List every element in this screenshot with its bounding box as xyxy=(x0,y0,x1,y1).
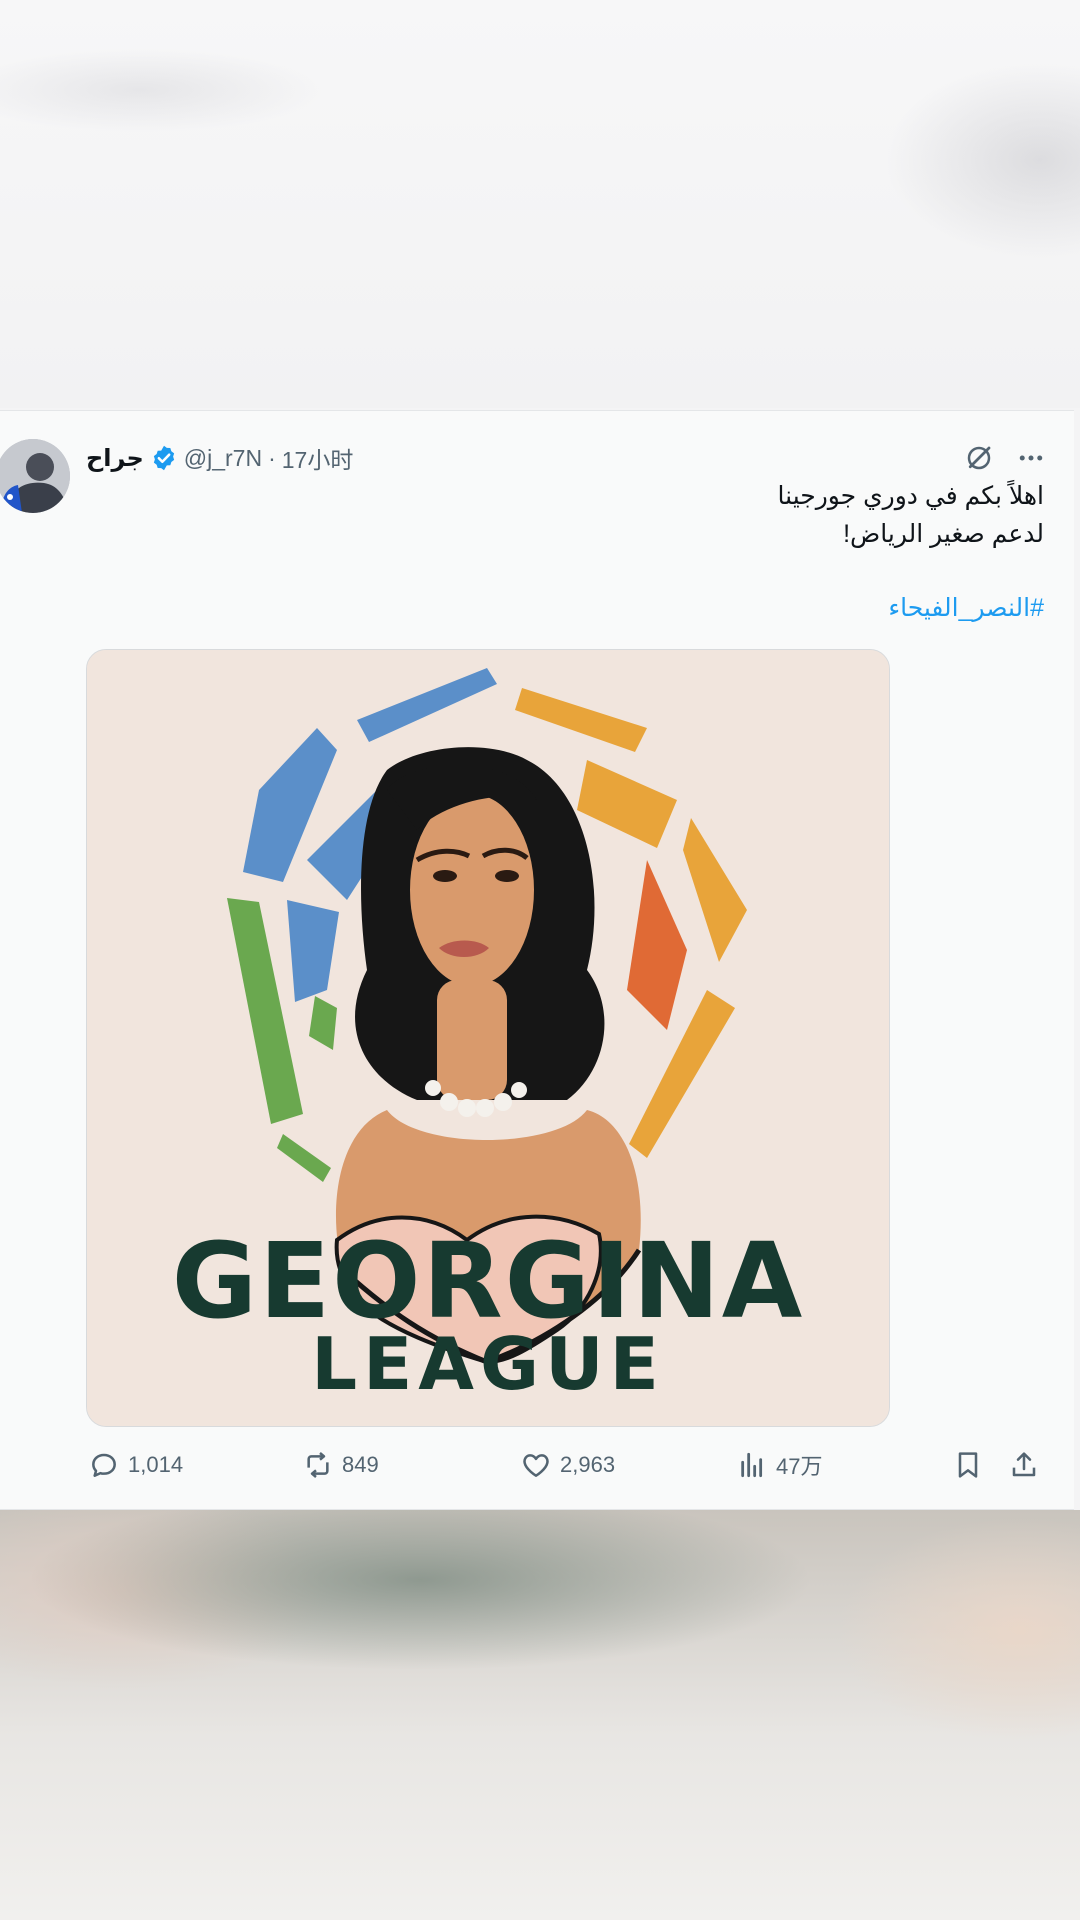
share-button[interactable] xyxy=(1008,1449,1040,1481)
tweet-image[interactable]: GEORGINA LEAGUE xyxy=(86,649,890,1427)
views-button[interactable]: 47万 xyxy=(736,1449,822,1481)
more-icon[interactable] xyxy=(1016,443,1046,473)
avatar[interactable] xyxy=(0,439,70,513)
bookmark-icon xyxy=(952,1449,984,1481)
tweet-header: جراح @j_r7N · 17小时 xyxy=(86,441,353,475)
author-name[interactable]: جراح xyxy=(86,444,144,473)
tweet-top-actions xyxy=(964,443,1046,473)
bookmark-button[interactable] xyxy=(952,1449,984,1481)
tweet-text-line-1: اهلاً بكم في دوري جورجينا xyxy=(777,482,1044,510)
share-icon xyxy=(1008,1449,1040,1481)
views-count: 47万 xyxy=(776,1454,823,1479)
verified-icon xyxy=(150,444,178,472)
tweet-card[interactable]: جراح @j_r7N · 17小时 اهلاً بكم في دوري جور… xyxy=(0,410,1074,1510)
like-icon xyxy=(520,1449,552,1481)
views-icon xyxy=(736,1449,768,1481)
tweet-text: اهلاً بكم في دوري جورجينا لدعم صغير الري… xyxy=(144,477,1044,627)
tweet-text-line-2: لدعم صغير الرياض! xyxy=(843,520,1044,548)
hashtag-link[interactable]: #النصر_الفيحاء xyxy=(144,589,1044,627)
grok-icon[interactable] xyxy=(964,443,994,473)
reply-icon xyxy=(88,1449,120,1481)
blurred-background-top xyxy=(0,0,1080,408)
logo-line-2: LEAGUE xyxy=(311,1322,665,1406)
post-time[interactable]: 17小时 xyxy=(282,441,354,475)
author-handle[interactable]: @j_r7N xyxy=(184,445,262,472)
repost-icon xyxy=(302,1449,334,1481)
header-separator: · xyxy=(268,444,276,471)
like-button[interactable]: 2,963 xyxy=(520,1449,615,1481)
blurred-background-bottom xyxy=(0,1510,1080,1920)
tweet-actions: 1,014 849 2,963 47万 xyxy=(0,1441,1074,1491)
reply-count: 1,014 xyxy=(128,1452,184,1477)
repost-count: 849 xyxy=(342,1452,379,1477)
like-count: 2,963 xyxy=(560,1452,616,1477)
repost-button[interactable]: 849 xyxy=(302,1449,379,1481)
reply-button[interactable]: 1,014 xyxy=(88,1449,183,1481)
